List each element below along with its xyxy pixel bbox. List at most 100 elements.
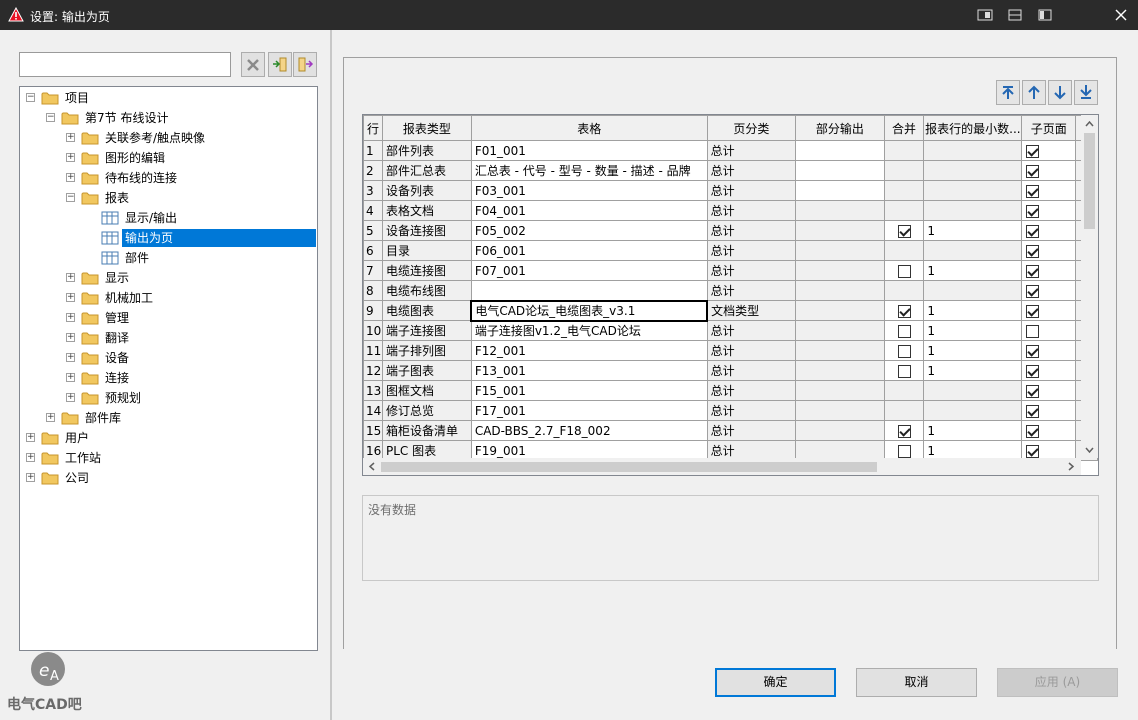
expand-icon[interactable]: + [26, 473, 35, 482]
form-cell[interactable]: F13_001 [470, 360, 708, 381]
expand-icon[interactable]: + [66, 173, 75, 182]
table-row[interactable]: 15 箱柜设备清单 CAD-BBS_2.7_F18_002 总计 1 [363, 420, 1098, 441]
table-row[interactable]: 7 电缆连接图 F07_001 总计 1 [363, 260, 1098, 281]
merge-cell[interactable] [883, 360, 925, 381]
merge-cell[interactable] [883, 340, 925, 361]
partial-output-cell[interactable] [795, 200, 885, 221]
subpage-cell[interactable] [1021, 320, 1077, 341]
min-rows-cell[interactable] [923, 200, 1023, 221]
subpage-cell[interactable] [1021, 180, 1077, 201]
subpage-checkbox[interactable] [1026, 184, 1040, 198]
table-row[interactable]: 5 设备连接图 F05_002 总计 1 [363, 220, 1098, 241]
page-class-cell[interactable]: 总计 [706, 320, 797, 341]
page-class-cell[interactable]: 总计 [706, 160, 797, 181]
partial-output-cell[interactable] [795, 400, 885, 421]
page-class-cell[interactable]: 总计 [706, 220, 797, 241]
subpage-checkbox[interactable] [1026, 424, 1040, 438]
partial-output-cell[interactable] [795, 380, 885, 401]
subpage-cell[interactable] [1021, 380, 1077, 401]
page-class-cell[interactable]: 文档类型 [706, 300, 797, 321]
subpage-cell[interactable] [1021, 200, 1077, 221]
table-row[interactable]: 11 端子排列图 F12_001 总计 1 [363, 340, 1098, 361]
page-class-cell[interactable]: 总计 [706, 380, 797, 401]
collapse-icon[interactable]: − [66, 193, 75, 202]
page-class-cell[interactable]: 总计 [706, 360, 797, 381]
min-rows-cell[interactable] [923, 160, 1023, 181]
restore-window-icon[interactable] [1036, 6, 1054, 24]
move-up-button[interactable] [1022, 80, 1046, 105]
expand-icon[interactable]: + [26, 433, 35, 442]
partial-output-cell[interactable] [795, 320, 885, 341]
report-table[interactable]: 行报表类型 表格 页分类 部分输出 合并 报表行的最小数... 子页面 1 部件列表 F01_0… [362, 114, 1099, 476]
partial-output-cell[interactable] [795, 260, 885, 281]
subpage-checkbox[interactable] [1026, 144, 1040, 158]
partial-output-cell[interactable] [795, 220, 885, 241]
table-row[interactable]: 3 设备列表 F03_001 总计 [363, 180, 1098, 201]
partial-output-cell[interactable] [795, 420, 885, 441]
move-down-button[interactable] [1048, 80, 1072, 105]
merge-checkbox[interactable] [897, 224, 911, 238]
merge-checkbox[interactable] [897, 424, 911, 438]
partial-output-cell[interactable] [795, 300, 885, 321]
ok-button[interactable]: 确定 [715, 668, 836, 697]
form-cell[interactable]: F17_001 [470, 400, 708, 421]
merge-checkbox[interactable] [897, 364, 911, 378]
partial-output-cell[interactable] [795, 160, 885, 181]
column-header[interactable]: 报表行的最小数... [923, 115, 1023, 141]
collapse-icon[interactable]: − [46, 113, 55, 122]
form-cell[interactable]: F05_002 [470, 220, 708, 241]
merge-checkbox[interactable] [897, 344, 911, 358]
expand-icon[interactable]: + [66, 373, 75, 382]
subpage-checkbox[interactable] [1026, 164, 1040, 178]
merge-cell[interactable] [883, 420, 925, 441]
subpage-cell[interactable] [1021, 140, 1077, 161]
merge-checkbox[interactable] [897, 264, 911, 278]
column-header[interactable]: 子页面 [1021, 115, 1077, 141]
settings-tree[interactable]: − 项目 − 第7节 布线设计 + 关联参考/触点映像 + 图形的编辑 + 待布线的连接 − 报表 显示… [19, 86, 318, 651]
expand-icon[interactable]: + [66, 333, 75, 342]
subpage-checkbox[interactable] [1026, 304, 1040, 318]
move-top-button[interactable] [996, 80, 1020, 105]
partial-output-cell[interactable] [795, 240, 885, 261]
min-rows-cell[interactable]: 1 [923, 340, 1023, 361]
table-row[interactable]: 4 表格文档 F04_001 总计 [363, 200, 1098, 221]
subpage-checkbox[interactable] [1026, 404, 1040, 418]
subpage-cell[interactable] [1021, 340, 1077, 361]
page-class-cell[interactable]: 总计 [706, 240, 797, 261]
table-row[interactable]: 9 电缆图表 电气CAD论坛_电缆图表_v3.1 文档类型 1 [363, 299, 1098, 322]
subpage-checkbox[interactable] [1026, 444, 1040, 458]
subpage-cell[interactable] [1021, 420, 1077, 441]
subpage-cell[interactable] [1021, 360, 1077, 381]
min-rows-cell[interactable]: 1 [923, 300, 1023, 321]
subpage-checkbox[interactable] [1026, 244, 1040, 258]
min-rows-cell[interactable] [923, 380, 1023, 401]
close-icon[interactable] [1112, 6, 1130, 24]
page-class-cell[interactable]: 总计 [706, 180, 797, 201]
column-header[interactable]: 页分类 [706, 115, 797, 141]
form-cell[interactable]: F01_001 [470, 140, 708, 161]
form-cell[interactable]: 端子连接图v1.2_电气CAD论坛 [470, 320, 708, 341]
subpage-checkbox[interactable] [1026, 224, 1040, 238]
subpage-cell[interactable] [1021, 220, 1077, 241]
table-row[interactable]: 8 电缆布线图 总计 [363, 280, 1098, 301]
min-rows-cell[interactable]: 1 [923, 360, 1023, 381]
subpage-cell[interactable] [1021, 240, 1077, 261]
table-row[interactable]: 14 修订总览 F17_001 总计 [363, 400, 1098, 421]
page-class-cell[interactable]: 总计 [706, 200, 797, 221]
subpage-cell[interactable] [1021, 300, 1077, 321]
min-rows-cell[interactable] [923, 280, 1023, 301]
form-cell[interactable]: 汇总表 - 代号 - 型号 - 数量 - 描述 - 品牌 [470, 160, 708, 181]
form-cell[interactable]: F12_001 [470, 340, 708, 361]
expand-icon[interactable]: + [66, 273, 75, 282]
partial-output-cell[interactable] [795, 140, 885, 161]
subpage-checkbox[interactable] [1026, 384, 1040, 398]
subpage-checkbox[interactable] [1026, 204, 1040, 218]
move-bottom-button[interactable] [1074, 80, 1098, 105]
partial-output-cell[interactable] [795, 280, 885, 301]
subpage-cell[interactable] [1021, 160, 1077, 181]
subpage-checkbox[interactable] [1026, 264, 1040, 278]
form-cell[interactable]: F04_001 [470, 200, 708, 221]
dock-window-icon[interactable] [976, 6, 994, 24]
clear-search-button[interactable] [241, 52, 265, 77]
subpage-checkbox[interactable] [1026, 364, 1040, 378]
